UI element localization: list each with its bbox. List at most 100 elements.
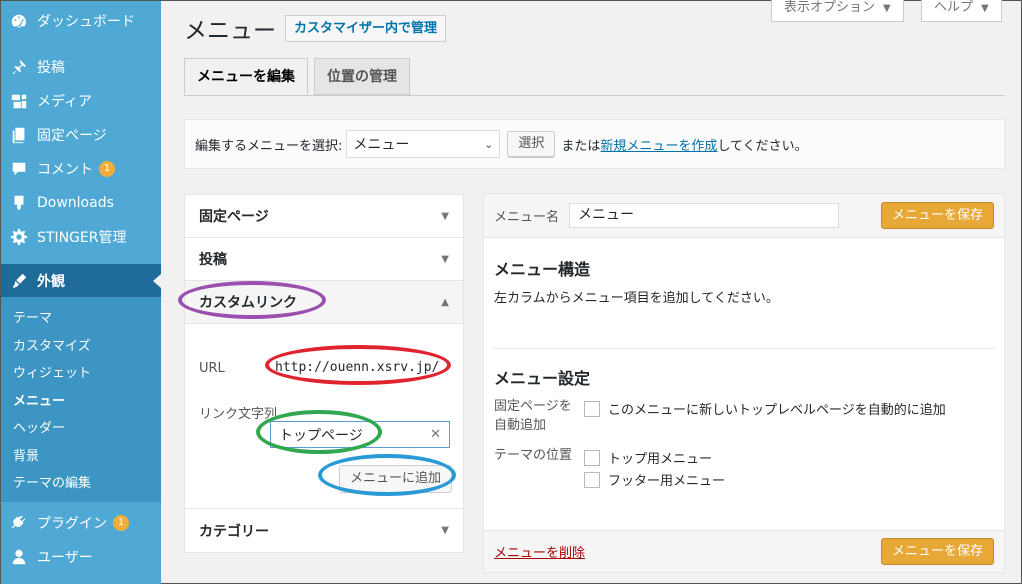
sidebar-item-comments[interactable]: コメント 1 <box>1 152 161 186</box>
submenu-item-menus[interactable]: メニュー <box>1 386 161 414</box>
menu-select-dropdown[interactable]: メニュー ⌄ <box>346 130 501 158</box>
gear-icon <box>10 228 28 246</box>
link-text-value: トップページ <box>279 427 363 444</box>
auto-add-checkbox[interactable] <box>584 400 600 417</box>
menu-structure-heading: メニュー構造 <box>494 260 591 279</box>
menu-header: メニュー名 メニュー メニューを保存 <box>484 194 1004 238</box>
auto-add-option-label: このメニューに新しいトップレベルページを自動的に追加 <box>608 403 946 418</box>
submenu-item-widgets[interactable]: ウィジェット <box>1 358 161 386</box>
section-divider <box>494 348 994 349</box>
clear-icon[interactable]: ✕ <box>430 427 441 442</box>
admin-sidebar: ダッシュボード 投稿 メディア 固定ページ コメント 1 Downloads S… <box>1 1 161 584</box>
delete-menu-link[interactable]: メニューを削除 <box>494 542 585 561</box>
submenu-item-background[interactable]: 背景 <box>1 441 161 469</box>
menu-select-value: メニュー <box>353 137 410 153</box>
sidebar-item-appearance[interactable]: 外観 <box>1 264 161 297</box>
link-text-label: リンク文字列 <box>199 407 278 422</box>
add-menu-items-accordion: 固定ページ ▼ 投稿 ▼ カスタムリンク ▲ URL http://ouenn.… <box>184 194 464 553</box>
caret-down-icon: ▼ <box>981 3 989 14</box>
sidebar-item-label: メディア <box>37 94 93 110</box>
main-content: メニュー カスタマイザー内で管理 表示オプション ▼ ヘルプ ▼ メニューを編集 位… <box>161 0 1022 584</box>
menu-structure-help: 左カラムからメニュー項目を追加してください。 <box>494 291 779 306</box>
comment-icon <box>10 160 28 178</box>
arrow-down-icon: ▼ <box>441 210 449 222</box>
accordion-pages[interactable]: 固定ページ ▼ <box>185 195 463 238</box>
sidebar-item-label: 投稿 <box>37 60 65 76</box>
menu-name-field[interactable]: メニュー <box>569 203 840 228</box>
accordion-title: カスタムリンク <box>199 295 297 311</box>
screen-options-button[interactable]: 表示オプション ▼ <box>771 0 904 22</box>
url-field[interactable]: http://ouenn.xsrv.jp/ <box>275 360 439 375</box>
dashboard-icon <box>10 12 28 30</box>
sidebar-item-downloads[interactable]: Downloads <box>1 186 161 220</box>
accordion-posts[interactable]: 投稿 ▼ <box>185 238 463 281</box>
screen-options-label: 表示オプション <box>784 0 876 15</box>
sidebar-item-label: 固定ページ <box>37 128 107 144</box>
chevron-down-icon: ⌄ <box>484 137 494 151</box>
save-menu-button-bottom[interactable]: メニューを保存 <box>880 538 994 565</box>
create-new-menu-link[interactable]: 新規メニューを作成 <box>600 135 717 154</box>
manage-in-customizer-button[interactable]: カスタマイザー内で管理 <box>285 15 447 42</box>
location-option-top[interactable]: トップ用メニュー <box>584 448 712 467</box>
accordion-title: 固定ページ <box>199 209 269 225</box>
sidebar-item-dashboard[interactable]: ダッシュボード <box>1 4 161 38</box>
select-button[interactable]: 選択 <box>507 131 556 157</box>
submenu-item-themes[interactable]: テーマ <box>1 303 161 331</box>
save-menu-button[interactable]: メニューを保存 <box>880 202 994 229</box>
tab-manage-locations[interactable]: 位置の管理 <box>314 58 410 95</box>
sidebar-item-pages[interactable]: 固定ページ <box>1 118 161 152</box>
pin-icon <box>10 58 28 76</box>
accordion-title: カテゴリー <box>199 523 269 540</box>
arrow-up-icon: ▲ <box>441 296 449 308</box>
help-label: ヘルプ <box>934 0 974 15</box>
arrow-down-icon: ▼ <box>441 253 449 265</box>
brush-icon <box>10 272 28 290</box>
submenu-item-customize[interactable]: カスタマイズ <box>1 331 161 359</box>
user-icon <box>10 548 28 566</box>
top-menu-checkbox[interactable] <box>584 449 600 466</box>
menu-management-panel: メニュー名 メニュー メニューを保存 メニュー構造 左カラムからメニュー項目を追… <box>483 193 1005 573</box>
location-option-label: フッター用メニュー <box>608 474 726 489</box>
arrow-down-icon: ▼ <box>441 525 449 536</box>
auto-add-option[interactable]: このメニューに新しいトップレベルページを自動的に追加 <box>584 399 946 418</box>
url-label: URL <box>199 361 225 376</box>
add-to-menu-button[interactable]: メニューに追加 <box>339 465 453 493</box>
sidebar-item-media[interactable]: メディア <box>1 84 161 118</box>
nav-tabs: メニューを編集 位置の管理 <box>184 58 416 95</box>
accordion-custom-links[interactable]: カスタムリンク ▲ <box>185 281 463 324</box>
page-icon <box>10 126 28 144</box>
auto-add-label-line2: 自動追加 <box>494 418 547 433</box>
appearance-submenu: テーマ カスタマイズ ウィジェット メニュー ヘッダー 背景 テーマの編集 <box>1 297 161 502</box>
download-icon <box>10 194 28 212</box>
accordion-categories[interactable]: カテゴリー ▼ <box>185 509 463 552</box>
menu-select-bar: 編集するメニューを選択: メニュー ⌄ 選択 または 新規メニューを作成 してく… <box>184 119 1005 169</box>
theme-location-label: テーマの位置 <box>494 448 573 463</box>
sidebar-item-posts[interactable]: 投稿 <box>1 50 161 84</box>
sidebar-item-label: プラグイン <box>37 515 107 532</box>
accordion-title: 投稿 <box>199 252 227 268</box>
submenu-item-theme-editor[interactable]: テーマの編集 <box>1 468 161 496</box>
sidebar-item-label: ユーザー <box>37 549 93 566</box>
auto-add-label: 固定ページを 自動追加 <box>494 397 572 435</box>
menu-name-label: メニュー名 <box>494 210 560 225</box>
sidebar-item-plugins[interactable]: プラグイン 1 <box>1 506 161 540</box>
tab-edit-menus[interactable]: メニューを編集 <box>184 58 308 95</box>
caret-down-icon: ▼ <box>883 3 891 14</box>
auto-add-label-line1: 固定ページを <box>494 399 572 414</box>
sidebar-item-users[interactable]: ユーザー <box>1 540 161 574</box>
help-button[interactable]: ヘルプ ▼ <box>921 0 1002 22</box>
tab-divider <box>184 95 1005 96</box>
location-option-footer[interactable]: フッター用メニュー <box>584 470 725 489</box>
custom-links-panel: URL http://ouenn.xsrv.jp/ リンク文字列 トップページ … <box>185 324 463 509</box>
sidebar-item-label: ダッシュボード <box>37 14 135 30</box>
submenu-item-header[interactable]: ヘッダー <box>1 413 161 441</box>
plugin-icon <box>10 514 28 532</box>
menu-footer: メニューを削除 メニューを保存 <box>484 530 1004 572</box>
footer-menu-checkbox[interactable] <box>584 471 600 488</box>
link-text-field[interactable]: トップページ ✕ <box>270 421 450 448</box>
comment-count-badge: 1 <box>99 161 115 177</box>
sidebar-item-label: 外観 <box>37 273 65 290</box>
sidebar-item-stinger[interactable]: STINGER管理 <box>1 220 161 254</box>
location-option-label: トップ用メニュー <box>608 452 713 467</box>
select-menu-label: 編集するメニューを選択: <box>195 138 343 154</box>
